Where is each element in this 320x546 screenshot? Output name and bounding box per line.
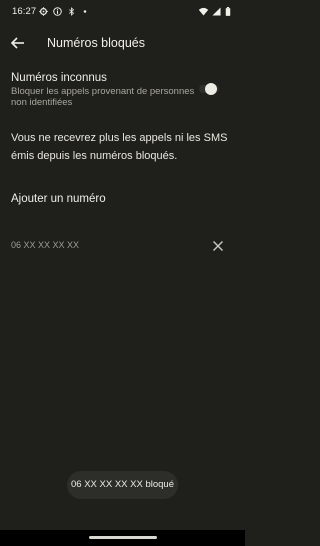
notification-dot-icon bbox=[82, 7, 88, 16]
navigation-bar bbox=[0, 530, 245, 546]
battery-icon bbox=[225, 7, 231, 16]
snackbar: 06 XX XX XX XX bloqué bbox=[67, 471, 178, 499]
blocked-number: 06 XX XX XX XX bbox=[11, 240, 80, 250]
signal-icon bbox=[212, 7, 221, 16]
bluetooth-icon bbox=[67, 7, 76, 16]
snackbar-text: 06 XX XX XX XX bloqué bbox=[71, 479, 174, 490]
blocked-number-row: 06 XX XX XX XX bbox=[0, 236, 245, 256]
unblock-button[interactable] bbox=[211, 239, 225, 253]
back-button[interactable] bbox=[8, 33, 28, 53]
screen: 16:27 Numéros bloqués Numéros inconnus B… bbox=[0, 0, 245, 546]
toggle-thumb bbox=[205, 83, 217, 95]
home-gesture-handle[interactable] bbox=[89, 536, 157, 539]
status-time: 16:27 bbox=[12, 6, 37, 17]
info-circle-icon bbox=[53, 7, 62, 16]
unknown-numbers-title: Numéros inconnus bbox=[11, 72, 107, 84]
arrow-back-icon bbox=[8, 33, 28, 53]
wifi-icon bbox=[198, 7, 209, 16]
status-bar: 16:27 bbox=[0, 0, 245, 24]
settings-gear-icon bbox=[39, 7, 48, 16]
add-number-button[interactable]: Ajouter un numéro bbox=[11, 193, 106, 205]
close-icon bbox=[211, 239, 225, 253]
app-bar: Numéros bloqués bbox=[0, 28, 245, 58]
unknown-numbers-setting[interactable]: Numéros inconnus Bloquer les appels prov… bbox=[0, 70, 245, 112]
unknown-numbers-toggle[interactable] bbox=[197, 82, 221, 96]
page-title: Numéros bloqués bbox=[47, 36, 145, 50]
blocked-info-text: Vous ne recevrez plus les appels ni les … bbox=[11, 132, 228, 162]
unknown-numbers-subtitle: Bloquer les appels provenant de personne… bbox=[11, 86, 195, 108]
